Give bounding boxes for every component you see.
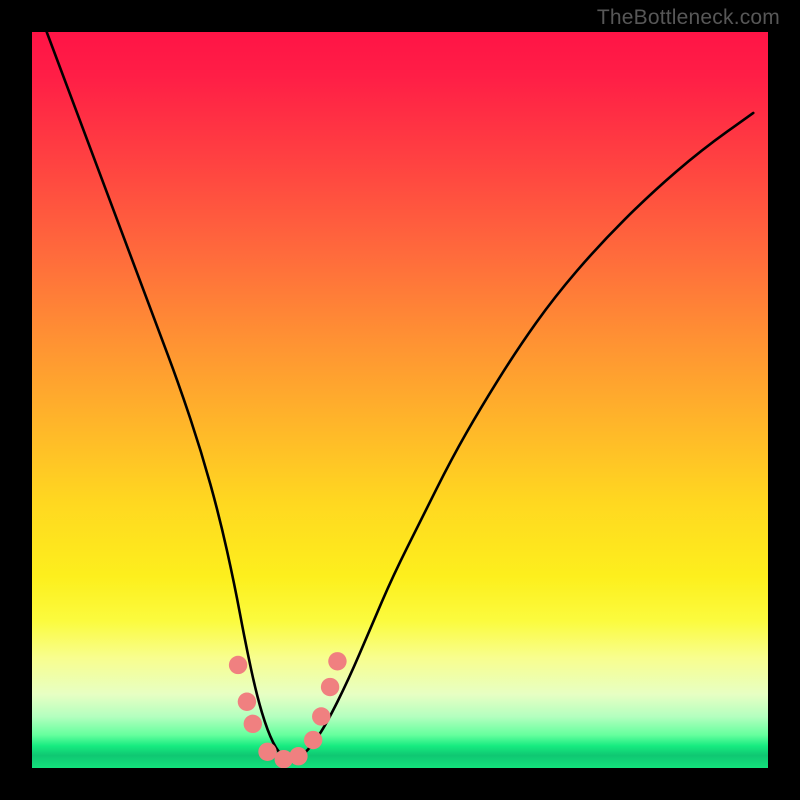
curve-line [47, 32, 754, 759]
marker-dot [244, 715, 262, 733]
plot-area [32, 32, 768, 768]
marker-dot [328, 652, 346, 670]
chart-frame: TheBottleneck.com [0, 0, 800, 800]
marker-dot [289, 747, 307, 765]
marker-dot [312, 707, 330, 725]
marker-dot [304, 731, 322, 749]
curve-markers [229, 652, 347, 768]
plot-svg [32, 32, 768, 768]
curve-path [47, 32, 754, 759]
marker-dot [238, 693, 256, 711]
marker-dot [258, 743, 276, 761]
watermark-text: TheBottleneck.com [597, 6, 780, 30]
marker-dot [229, 656, 247, 674]
marker-dot [321, 678, 339, 696]
